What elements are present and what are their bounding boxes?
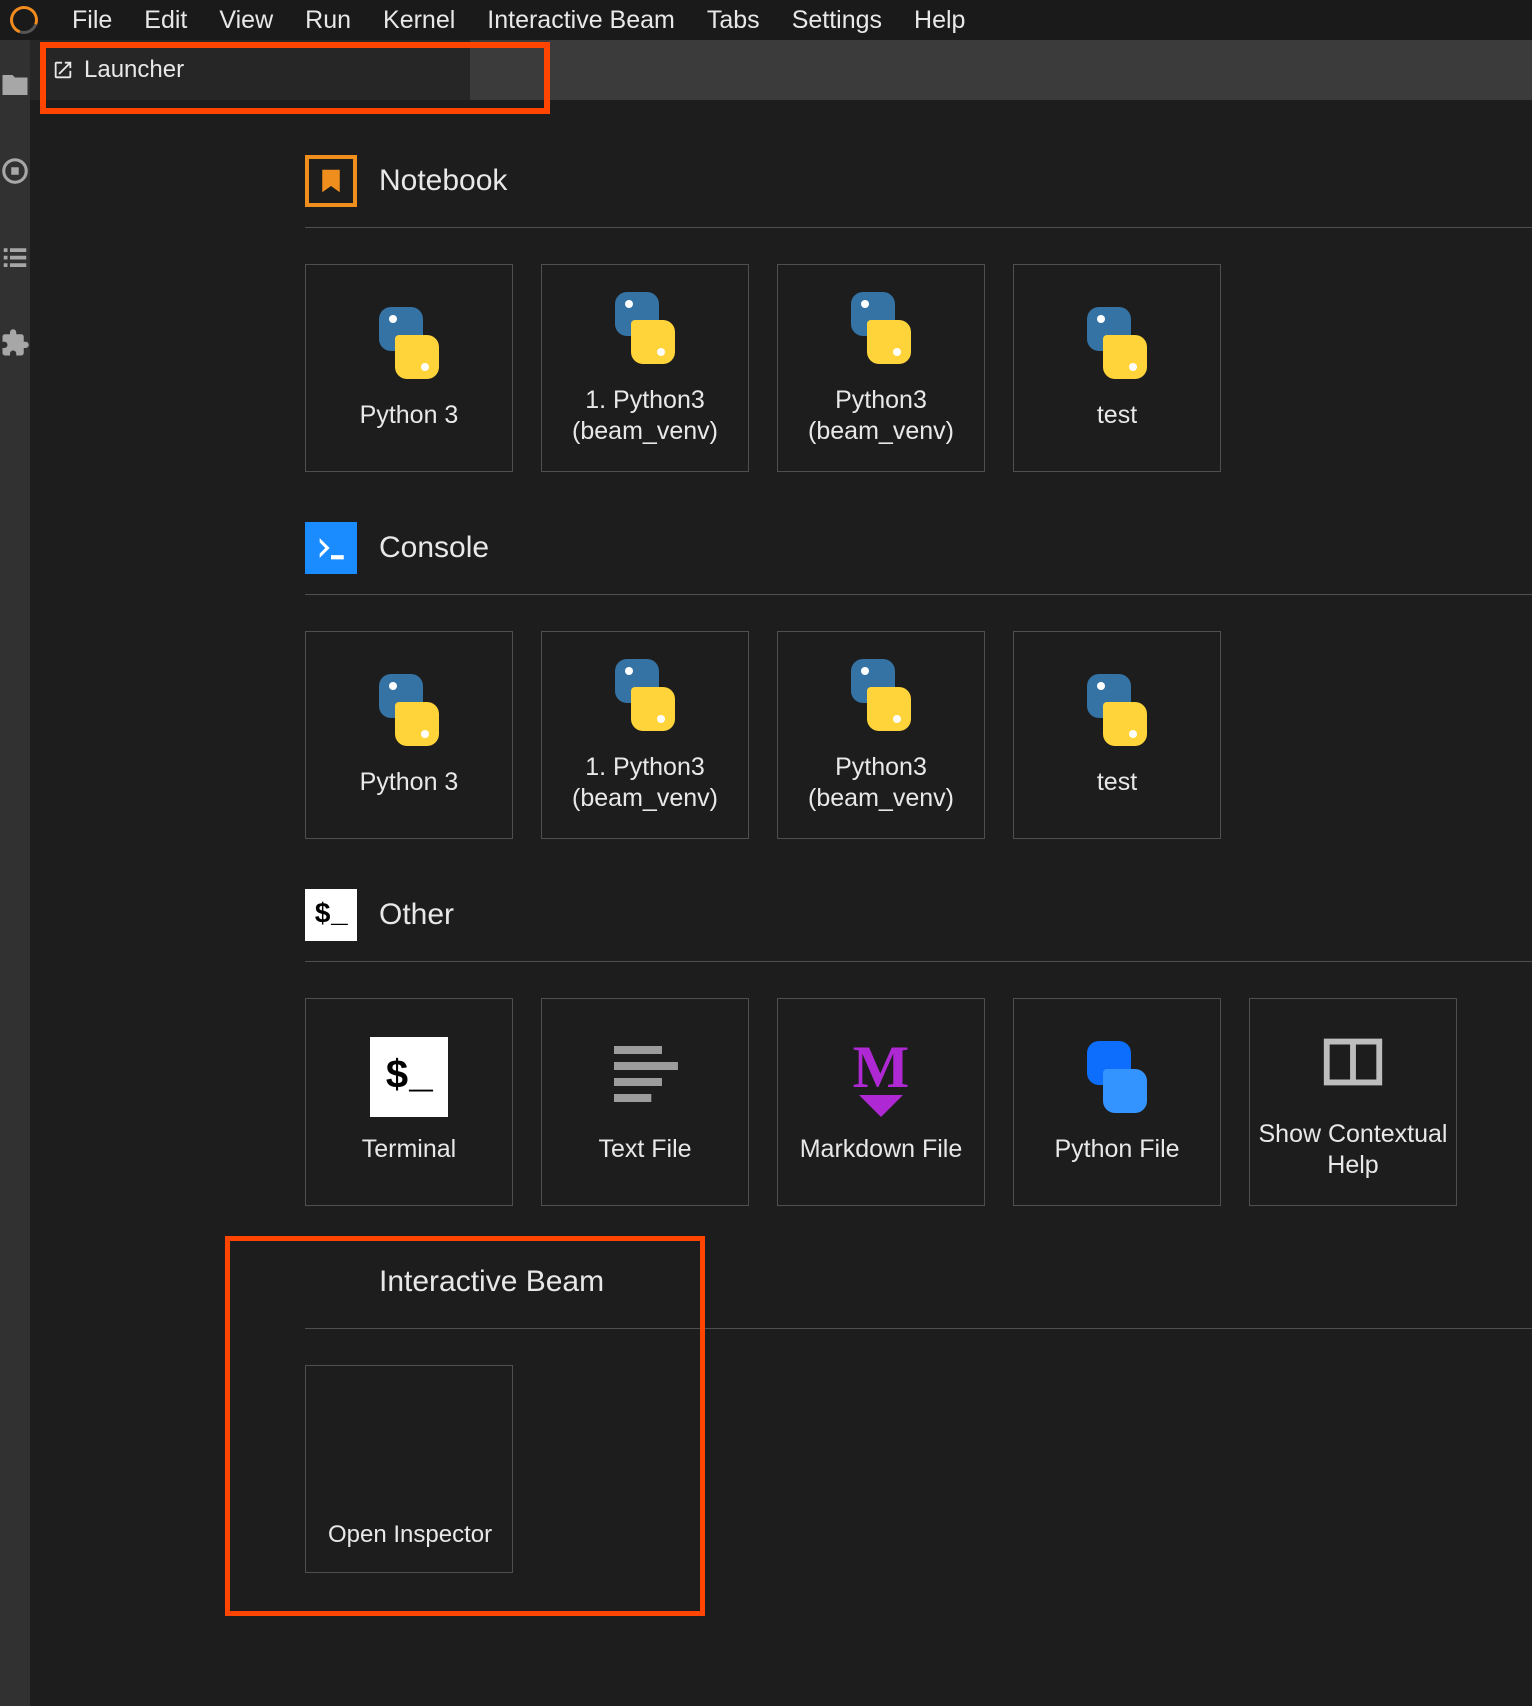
launcher-panel: Notebook Python 3 1. Python3 (beam_venv)… — [30, 100, 1532, 1706]
section-title: Interactive Beam — [379, 1265, 604, 1299]
launcher-card-terminal[interactable]: $_ Terminal — [305, 998, 513, 1206]
python-icon — [370, 304, 448, 382]
section-header: Notebook — [305, 155, 1532, 228]
folder-icon[interactable] — [0, 70, 30, 100]
running-kernels-icon[interactable] — [0, 156, 30, 186]
launcher-card-console-test[interactable]: test — [1013, 631, 1221, 839]
launcher-card-contextual-help[interactable]: Show Contextual Help — [1249, 998, 1457, 1206]
menu-run[interactable]: Run — [289, 2, 367, 39]
section-console: Console Python 3 1. Python3 (beam_venv) … — [305, 522, 1532, 839]
python-icon — [842, 656, 920, 734]
menu-interactive-beam[interactable]: Interactive Beam — [471, 2, 691, 39]
card-label: Python3 (beam_venv) — [778, 385, 984, 448]
terminal-section-icon: $_ — [305, 889, 357, 941]
python-icon — [1078, 304, 1156, 382]
card-label: Markdown File — [794, 1134, 969, 1165]
menu-kernel[interactable]: Kernel — [367, 2, 471, 39]
menu-tabs[interactable]: Tabs — [691, 2, 776, 39]
markdown-icon: M — [842, 1038, 920, 1116]
section-header: Interactive Beam — [305, 1256, 1532, 1329]
launcher-card-notebook-python3[interactable]: Python 3 — [305, 264, 513, 472]
activity-bar — [0, 40, 30, 1706]
card-label: test — [1091, 400, 1143, 431]
launcher-card-console-beam2[interactable]: Python3 (beam_venv) — [777, 631, 985, 839]
section-header: Console — [305, 522, 1532, 595]
launcher-card-console-python3[interactable]: Python 3 — [305, 631, 513, 839]
section-title: Other — [379, 898, 454, 932]
section-title: Console — [379, 531, 489, 565]
card-label: test — [1091, 767, 1143, 798]
python-icon — [606, 289, 684, 367]
launcher-card-markdown[interactable]: M Markdown File — [777, 998, 985, 1206]
launcher-card-console-beam1[interactable]: 1. Python3 (beam_venv) — [541, 631, 749, 839]
toc-icon[interactable] — [0, 242, 30, 272]
terminal-icon: $_ — [370, 1038, 448, 1116]
launcher-card-open-inspector[interactable]: Open Inspector — [305, 1365, 513, 1573]
launcher-card-textfile[interactable]: Text File — [541, 998, 749, 1206]
extensions-icon[interactable] — [0, 328, 30, 358]
launcher-card-notebook-beam1[interactable]: 1. Python3 (beam_venv) — [541, 264, 749, 472]
menubar: File Edit View Run Kernel Interactive Be… — [0, 0, 1532, 40]
card-label: Python3 (beam_venv) — [778, 752, 984, 815]
menu-view[interactable]: View — [203, 2, 289, 39]
launch-icon — [52, 59, 74, 81]
menu-settings[interactable]: Settings — [776, 2, 898, 39]
section-notebook: Notebook Python 3 1. Python3 (beam_venv)… — [305, 155, 1532, 472]
python-icon — [842, 289, 920, 367]
tab-launcher[interactable]: Launcher — [30, 40, 470, 100]
text-file-icon — [606, 1038, 684, 1116]
python-icon — [1078, 671, 1156, 749]
section-interactive-beam: Interactive Beam Open Inspector — [305, 1256, 1532, 1573]
launcher-card-pythonfile[interactable]: Python File — [1013, 998, 1221, 1206]
python-icon — [606, 656, 684, 734]
python-icon — [370, 671, 448, 749]
card-label: 1. Python3 (beam_venv) — [542, 385, 748, 448]
section-title: Notebook — [379, 164, 507, 198]
card-label: Open Inspector — [322, 1520, 498, 1550]
card-label: 1. Python3 (beam_venv) — [542, 752, 748, 815]
notebook-section-icon — [305, 155, 357, 207]
interactive-beam-section-icon — [305, 1256, 357, 1308]
section-header: $_ Other — [305, 889, 1532, 962]
card-label: Terminal — [356, 1134, 462, 1165]
menu-file[interactable]: File — [56, 2, 128, 39]
console-section-icon — [305, 522, 357, 574]
section-other: $_ Other $_ Terminal Text File — [305, 889, 1532, 1206]
card-label: Python 3 — [354, 767, 465, 798]
tab-label: Launcher — [84, 56, 184, 84]
card-label: Python 3 — [354, 400, 465, 431]
jupyter-logo-icon — [5, 1, 42, 38]
menu-edit[interactable]: Edit — [128, 2, 203, 39]
card-label: Show Contextual Help — [1250, 1119, 1456, 1182]
tab-bar: Launcher — [30, 40, 1532, 100]
python-file-icon — [1078, 1038, 1156, 1116]
card-label: Text File — [592, 1134, 697, 1165]
contextual-help-icon — [1314, 1023, 1392, 1101]
menu-help[interactable]: Help — [898, 2, 981, 39]
launcher-card-notebook-beam2[interactable]: Python3 (beam_venv) — [777, 264, 985, 472]
card-label: Python File — [1048, 1134, 1185, 1165]
launcher-card-notebook-test[interactable]: test — [1013, 264, 1221, 472]
